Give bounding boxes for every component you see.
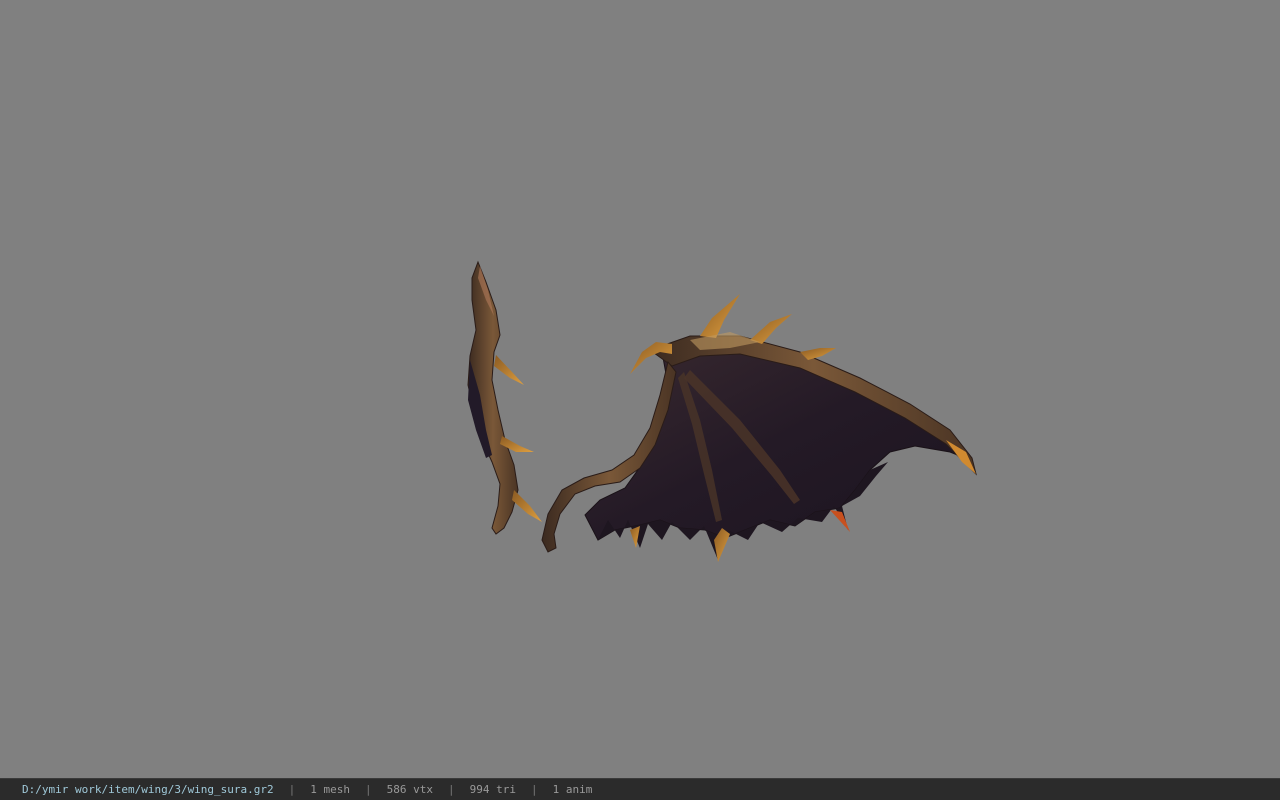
wing-model [467,260,977,562]
left-wing [467,260,542,535]
vertex-count: 586 vtx [386,783,434,796]
status-bar: D:/ymir work/item/wing/3/wing_sura.gr2 |… [0,778,1280,800]
separator: | [288,783,296,796]
model-file-path: D:/ymir work/item/wing/3/wing_sura.gr2 [22,783,274,796]
right-wing [541,294,977,562]
separator: | [365,783,372,796]
separator: | [448,783,455,796]
triangle-count: 994 tri [469,783,517,796]
anim-count: 1 anim [552,783,593,796]
separator: | [531,783,538,796]
3d-viewport[interactable] [0,0,1280,778]
mesh-count: 1 mesh [310,783,351,796]
